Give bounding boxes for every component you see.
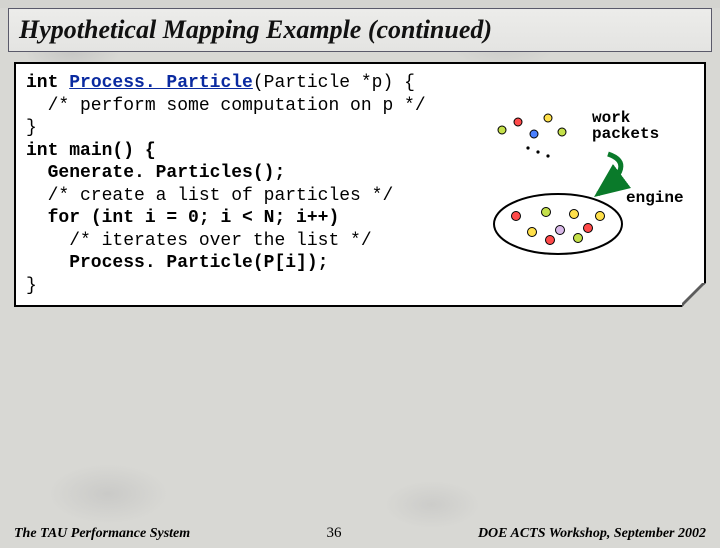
code-t: (Particle *p) { [253,73,415,93]
kw-for: for [26,208,91,228]
slide-title: Hypothetical Mapping Example (continued) [19,15,701,45]
code-t: /* create a list of particles */ [26,186,393,206]
code-t: Process. Particle(P[i]); [26,253,328,273]
code-t: /* iterates over the list */ [26,231,372,251]
fn-processparticle: Process. Particle [69,73,253,93]
code-t: i = 0; i < N; i++) [145,208,339,228]
footer: The TAU Performance System 36 DOE ACTS W… [0,525,720,542]
kw-int: int [26,73,69,93]
page-curl-top [682,283,702,303]
fn-main: main() { [69,141,155,161]
label-packets: packets [592,126,659,143]
code-t: Generate. Particles(); [26,163,285,183]
code-t: } [26,118,37,138]
label-engine: engine [626,190,684,207]
code-box: int Process. Particle(Particle *p) { /* … [14,62,706,307]
title-band: Hypothetical Mapping Example (continued) [8,8,712,52]
code-t: /* perform some computation on p */ [26,96,426,116]
code-t: } [26,276,37,296]
kw-int: int [26,141,69,161]
kw-int: (int [91,208,145,228]
page-number: 36 [327,525,342,542]
particles-diagram: work packets engine [488,104,684,274]
